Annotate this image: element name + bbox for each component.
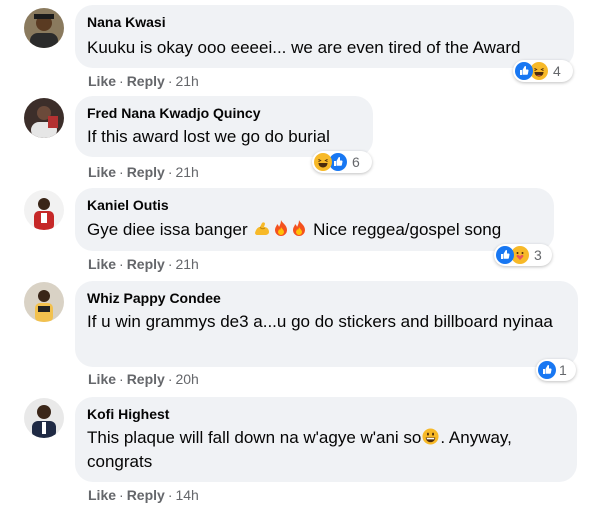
comment-text-part: This plaque will fall down na w'agye w'a… xyxy=(87,428,422,447)
comment-text-part: Nice reggea/gospel song xyxy=(308,220,502,239)
reply-link[interactable]: Reply xyxy=(127,73,165,89)
separator-dot: · xyxy=(167,487,173,503)
fire-icon xyxy=(291,219,307,243)
reply-link[interactable]: Reply xyxy=(127,371,165,387)
separator-dot: · xyxy=(119,371,124,387)
like-link[interactable]: Like xyxy=(88,73,116,89)
avatar[interactable] xyxy=(24,398,64,438)
like-link[interactable]: Like xyxy=(88,487,116,503)
avatar[interactable] xyxy=(24,190,64,230)
comment-timestamp[interactable]: 21h xyxy=(175,164,198,180)
flexed-biceps-icon xyxy=(253,219,271,243)
avatar[interactable] xyxy=(24,98,64,138)
separator-dot: · xyxy=(119,164,124,180)
comment-actions: Like · Reply · 21h xyxy=(88,72,199,90)
like-link[interactable]: Like xyxy=(88,164,116,180)
comment-bubble: Kofi Highest This plaque will fall down … xyxy=(75,397,577,482)
fire-icon xyxy=(273,219,289,243)
grinning-face-icon xyxy=(422,428,439,451)
comment-text: If this award lost we go do burial xyxy=(87,127,330,146)
reply-link[interactable]: Reply xyxy=(127,164,165,180)
separator-dot: · xyxy=(167,256,173,272)
reactions-summary[interactable]: 6 xyxy=(312,151,372,173)
comment-text: Gye diee issa banger Nice reggea/gospel … xyxy=(87,219,542,243)
comment-bubble: Fred Nana Kwadjo Quincy If this award lo… xyxy=(75,96,373,157)
reply-link[interactable]: Reply xyxy=(127,487,165,503)
like-link[interactable]: Like xyxy=(88,371,116,387)
reactions-summary[interactable]: 4 xyxy=(513,60,573,82)
reaction-count: 6 xyxy=(352,154,360,170)
reactions-summary[interactable]: 1 xyxy=(536,359,576,381)
separator-dot: · xyxy=(119,487,124,503)
separator-dot: · xyxy=(119,256,124,272)
comment-timestamp[interactable]: 21h xyxy=(175,73,198,89)
like-link[interactable]: Like xyxy=(88,256,116,272)
comment-bubble: Kaniel Outis Gye diee issa banger Nice r… xyxy=(75,188,554,251)
separator-dot: · xyxy=(167,371,173,387)
reactions-summary[interactable]: 3 xyxy=(494,244,552,266)
comment-bubble: Nana Kwasi Kuuku is okay ooo eeeei... we… xyxy=(75,5,574,68)
haha-icon xyxy=(314,153,332,171)
comment-author[interactable]: Kaniel Outis xyxy=(87,196,542,214)
comment-bubble: Whiz Pappy Condee If u win grammys de3 a… xyxy=(75,281,578,367)
like-icon xyxy=(538,361,556,379)
comment-text: Kuuku is okay ooo eeeei... we are even t… xyxy=(87,38,521,57)
comment-timestamp[interactable]: 20h xyxy=(175,371,198,387)
reaction-count: 1 xyxy=(559,362,567,378)
comment-author[interactable]: Whiz Pappy Condee xyxy=(87,289,566,307)
comment-text-part: Gye diee issa banger xyxy=(87,220,253,239)
comment-timestamp[interactable]: 14h xyxy=(175,487,198,503)
comment-actions: Like · Reply · 21h xyxy=(88,255,199,273)
comment-timestamp[interactable]: 21h xyxy=(175,256,198,272)
separator-dot: · xyxy=(119,73,124,89)
reaction-count: 4 xyxy=(553,63,561,79)
reply-link[interactable]: Reply xyxy=(127,256,165,272)
comment-author[interactable]: Fred Nana Kwadjo Quincy xyxy=(87,104,361,122)
avatar[interactable] xyxy=(24,282,64,322)
comment-text: This plaque will fall down na w'agye w'a… xyxy=(87,427,547,473)
separator-dot: · xyxy=(167,164,173,180)
comment-author[interactable]: Nana Kwasi xyxy=(87,13,562,31)
comment-actions: Like · Reply · 21h xyxy=(88,163,199,181)
separator-dot: · xyxy=(167,73,173,89)
comment-actions: Like · Reply · 20h xyxy=(88,370,199,388)
comment-actions: Like · Reply · 14h xyxy=(88,486,199,504)
reaction-count: 3 xyxy=(534,247,542,263)
like-icon xyxy=(496,246,514,264)
like-icon xyxy=(515,62,533,80)
comment-author[interactable]: Kofi Highest xyxy=(87,405,565,423)
avatar[interactable] xyxy=(24,8,64,48)
comment-text: If u win grammys de3 a...u go do sticker… xyxy=(87,312,553,331)
